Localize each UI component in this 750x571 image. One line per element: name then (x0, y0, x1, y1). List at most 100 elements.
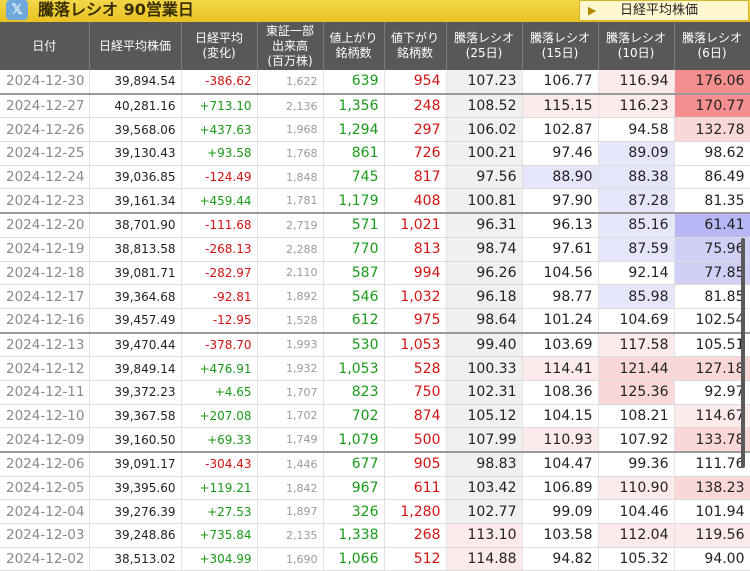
ratio-6-cell: 111.76 (674, 450, 750, 477)
table-row: 2024-12-17 39,364.68 -92.81 1,892 546 1,032 96… (0, 284, 750, 309)
ratio-25-cell: 107.23 (446, 70, 523, 95)
table-row: 2024-12-06 39,091.17 -304.43 1,446 677 905 98.… (0, 450, 750, 477)
date-cell: 2024-12-16 (0, 308, 90, 334)
table-row: 2024-12-18 39,081.71 -282.97 2,110 587 994 96.… (0, 261, 750, 286)
ratio-10-cell: 85.98 (598, 284, 675, 309)
table-row: 2024-12-30 39,894.54 -386.62 1,622 639 954 107… (0, 70, 750, 95)
ratio-6-cell: 92.97 (674, 380, 750, 405)
date-cell: 2024-12-30 (0, 70, 90, 95)
table-row: 2024-12-20 38,701.90 -111.68 2,719 571 1,021 9… (0, 212, 750, 238)
decliners-cell: 297 (384, 117, 447, 143)
nikkei-cell: 39,036.85 (89, 165, 182, 190)
table-row: 2024-12-23 39,161.34 +459.44 1,781 1,179 408 1… (0, 188, 750, 214)
volume-cell: 1,848 (257, 165, 324, 190)
advancers-cell: 1,179 (323, 188, 385, 214)
advancers-cell: 326 (323, 499, 385, 525)
volume-cell: 1,897 (257, 499, 324, 525)
col-ratio-25-header[interactable]: 騰落レシオ (25日) (446, 22, 523, 70)
nikkei-cell: 40,281.16 (89, 92, 182, 119)
ratio-6-cell: 170.77 (674, 92, 750, 119)
col-date-header[interactable]: 日付 (0, 22, 90, 70)
ratio-10-cell: 107.92 (598, 427, 675, 453)
date-cell: 2024-12-19 (0, 237, 90, 262)
decliners-cell: 268 (384, 523, 447, 548)
ratio-6-cell: 98.62 (674, 141, 750, 166)
ratio-10-cell: 117.58 (598, 331, 675, 358)
ratio-10-cell: 85.16 (598, 212, 675, 238)
volume-cell: 2,110 (257, 261, 324, 286)
decliners-cell: 750 (384, 380, 447, 405)
volume-cell: 1,993 (257, 331, 324, 358)
nikkei-link-label: 日経平均株価 (620, 3, 699, 18)
ratio-6-cell: 75.96 (674, 237, 750, 262)
ratio-10-cell: 87.59 (598, 237, 675, 262)
ratio-25-cell: 105.12 (446, 404, 523, 429)
nikkei-cell: 39,081.71 (89, 261, 182, 286)
col-ratio-6-header[interactable]: 騰落レシオ (6日) (674, 22, 750, 70)
volume-cell: 1,781 (257, 188, 324, 214)
change-cell: +304.99 (181, 547, 258, 571)
col-volume-header[interactable]: 東証一部 出来高 (百万株) (257, 22, 324, 70)
ratio-15-cell: 99.09 (522, 499, 599, 525)
advancers-cell: 702 (323, 404, 385, 429)
advancers-cell: 530 (323, 331, 385, 358)
table-row: 2024-12-27 40,281.16 +713.10 2,136 1,356 248 1… (0, 92, 750, 119)
ratio-15-cell: 106.89 (522, 476, 599, 501)
ratio-10-cell: 116.23 (598, 92, 675, 119)
decliners-cell: 975 (384, 308, 447, 334)
decliners-cell: 500 (384, 427, 447, 453)
date-cell: 2024-12-02 (0, 547, 90, 571)
table-row: 2024-12-24 39,036.85 -124.49 1,848 745 817 97.… (0, 165, 750, 190)
table-header-row: 日付 日経平均株価 日経平均 (変化) 東証一部 出来高 (百万株) 値上がり 銘柄数 値下がり銘… (0, 22, 750, 70)
ratio-10-cell: 105.32 (598, 547, 675, 571)
ratio-10-cell: 112.04 (598, 523, 675, 548)
col-change-header[interactable]: 日経平均 (変化) (181, 22, 258, 70)
play-arrow-icon: ▶ (588, 4, 597, 17)
ratio-25-cell: 100.21 (446, 141, 523, 166)
col-nikkei-header[interactable]: 日経平均株価 (89, 22, 182, 70)
ratio-25-cell: 100.81 (446, 188, 523, 214)
x-logo-icon[interactable]: 𝕏 (6, 0, 28, 20)
col-ratio-10-header[interactable]: 騰落レシオ (10日) (598, 22, 675, 70)
col-decliners-header[interactable]: 値下がり 銘柄数 (384, 22, 447, 70)
date-cell: 2024-12-25 (0, 141, 90, 166)
advancers-cell: 861 (323, 141, 385, 166)
ratio-10-cell: 110.90 (598, 476, 675, 501)
date-cell: 2024-12-13 (0, 331, 90, 358)
nikkei-cell: 38,813.58 (89, 237, 182, 262)
nikkei-cell: 39,091.17 (89, 450, 182, 477)
advancers-cell: 571 (323, 212, 385, 238)
change-cell: +119.21 (181, 476, 258, 501)
volume-cell: 1,622 (257, 70, 324, 95)
decliners-cell: 1,053 (384, 331, 447, 358)
change-cell: +459.44 (181, 188, 258, 214)
ratio-6-cell: 81.35 (674, 188, 750, 214)
date-cell: 2024-12-10 (0, 404, 90, 429)
nikkei-link-button[interactable]: ▶ 日経平均株価 (579, 0, 749, 21)
ratio-25-cell: 107.99 (446, 427, 523, 453)
decliners-cell: 611 (384, 476, 447, 501)
date-cell: 2024-12-18 (0, 261, 90, 286)
ratio-25-cell: 96.18 (446, 284, 523, 309)
col-ratio-15-header[interactable]: 騰落レシオ (15日) (522, 22, 599, 70)
advancers-cell: 967 (323, 476, 385, 501)
ratio-15-cell: 104.15 (522, 404, 599, 429)
date-cell: 2024-12-23 (0, 188, 90, 214)
advancers-cell: 745 (323, 165, 385, 190)
ratio-10-cell: 89.09 (598, 141, 675, 166)
ratio-15-cell: 103.69 (522, 331, 599, 358)
change-cell: -304.43 (181, 450, 258, 477)
ratio-6-cell: 138.23 (674, 476, 750, 501)
ratio-10-cell: 94.58 (598, 117, 675, 143)
col-advancers-header[interactable]: 値上がり 銘柄数 (323, 22, 385, 70)
ratio-10-cell: 108.21 (598, 404, 675, 429)
nikkei-cell: 39,130.43 (89, 141, 182, 166)
date-cell: 2024-12-11 (0, 380, 90, 405)
decliners-cell: 874 (384, 404, 447, 429)
advancers-cell: 546 (323, 284, 385, 309)
nikkei-cell: 38,513.02 (89, 547, 182, 571)
scrollbar[interactable] (741, 238, 745, 468)
decliners-cell: 905 (384, 450, 447, 477)
table-row: 2024-12-04 39,276.39 +27.53 1,897 326 1,280 10… (0, 499, 750, 525)
table-row: 2024-12-10 39,367.58 +207.08 1,702 702 874 105… (0, 404, 750, 429)
